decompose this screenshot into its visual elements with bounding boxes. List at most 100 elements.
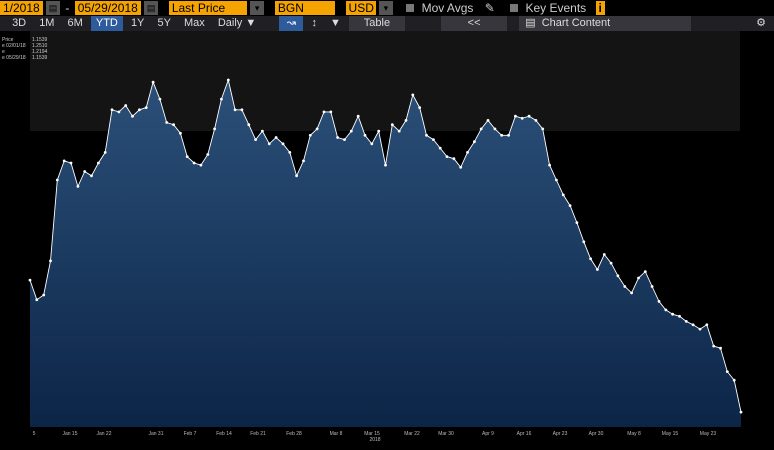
price-point: [83, 170, 87, 173]
x-tick-label: Apr 23: [553, 431, 568, 437]
x-tick-label: May 23: [700, 431, 717, 437]
price-point: [90, 174, 93, 178]
x-year-label: 2018: [369, 437, 380, 443]
price-point: [411, 93, 415, 97]
price-point: [247, 123, 251, 127]
price-point: [425, 133, 428, 137]
price-point: [144, 106, 148, 109]
price-point: [220, 97, 223, 101]
price-point: [712, 344, 716, 348]
start-date-field[interactable]: 1/2018: [0, 1, 43, 15]
calendar-icon[interactable]: ▤: [46, 1, 61, 15]
chart-type-dropdown-icon[interactable]: ▼: [325, 16, 346, 31]
range-1m[interactable]: 1M: [34, 16, 59, 31]
end-date-field[interactable]: 05/29/2018: [74, 1, 141, 15]
frequency-select[interactable]: Daily ▼: [213, 16, 261, 31]
price-point: [527, 114, 531, 118]
dropdown-arrow-icon[interactable]: ▾: [250, 1, 265, 15]
line-chart-icon[interactable]: ↝: [279, 16, 304, 31]
price-point: [582, 240, 586, 244]
collapse-button[interactable]: <<: [441, 16, 508, 31]
price-point: [199, 163, 203, 167]
x-tick-label: Mar 8: [330, 431, 343, 437]
price-point: [561, 193, 565, 197]
legend-label: e 02/01/18: [2, 43, 26, 49]
price-point: [452, 157, 456, 161]
x-tick-label: Mar 22: [404, 431, 420, 437]
price-point: [295, 174, 298, 178]
dropdown-arrow-icon[interactable]: ▾: [378, 1, 393, 15]
mov-avgs-checkbox[interactable]: [406, 4, 415, 12]
source-field[interactable]: BGN: [274, 1, 335, 15]
pencil-icon[interactable]: ✎: [477, 0, 503, 16]
range-max[interactable]: Max: [179, 16, 210, 31]
price-point: [438, 146, 442, 150]
price-point: [671, 312, 674, 316]
price-point: [466, 151, 469, 154]
price-point: [479, 127, 483, 131]
info-icon[interactable]: i: [595, 1, 605, 15]
price-point: [179, 131, 182, 135]
x-tick-label: Mar 30: [438, 431, 454, 437]
price-point: [349, 129, 353, 133]
frequency-label: Daily: [217, 17, 243, 29]
price-point: [343, 138, 346, 141]
price-point: [288, 151, 292, 154]
field-select[interactable]: Last Price: [168, 1, 247, 15]
price-point: [493, 127, 497, 131]
range-ytd[interactable]: YTD: [90, 16, 123, 31]
range-toolbar: 3D 1M 6M YTD 1Y 5Y Max Daily ▼ ↝ ↕ ▼ Tab…: [0, 16, 774, 31]
price-chart: 5 Jan 15 Jan 22 Jan 31 Feb 7 Feb 14 Feb 21 Feb …: [0, 31, 774, 445]
price-point: [117, 110, 121, 114]
price-point: [630, 291, 633, 295]
price-point: [418, 106, 422, 109]
currency-field[interactable]: USD: [345, 1, 376, 15]
range-5y[interactable]: 5Y: [152, 16, 175, 31]
price-point: [664, 308, 668, 312]
price-point: [110, 108, 114, 112]
price-point: [739, 410, 743, 414]
legend-label: e 05/29/18: [2, 55, 26, 61]
range-1y[interactable]: 1Y: [126, 16, 149, 31]
x-tick-label: Jan 31: [148, 431, 163, 437]
price-point: [719, 346, 722, 350]
x-tick-label: Apr 30: [589, 431, 604, 437]
x-tick-label: Feb 28: [286, 431, 302, 437]
price-point: [602, 253, 606, 256]
price-point: [42, 293, 46, 297]
price-point: [28, 278, 32, 282]
key-events-checkbox[interactable]: [510, 4, 519, 12]
price-point: [315, 127, 319, 131]
bar-style-icon[interactable]: ↕: [306, 16, 322, 31]
price-point: [555, 178, 558, 182]
date-separator: -: [65, 1, 70, 15]
range-6m[interactable]: 6M: [63, 16, 88, 31]
price-point: [322, 110, 326, 114]
price-point: [124, 104, 128, 107]
price-point: [267, 142, 271, 146]
price-point: [213, 127, 217, 131]
price-point: [684, 320, 688, 323]
chart-content-button[interactable]: ▤ Chart Content: [519, 16, 692, 31]
range-3d[interactable]: 3D: [7, 16, 31, 31]
price-point: [165, 121, 169, 124]
price-point: [623, 285, 627, 288]
calendar-icon[interactable]: ▤: [144, 1, 159, 15]
price-point: [363, 133, 367, 137]
x-tick-label: Jan 15: [62, 431, 77, 437]
price-point: [520, 116, 524, 120]
price-point: [69, 161, 73, 165]
chart-content-label: Chart Content: [541, 17, 611, 29]
price-point: [609, 261, 613, 265]
price-point: [541, 127, 545, 131]
price-point: [397, 129, 401, 133]
gear-icon[interactable]: ⚙: [756, 16, 766, 31]
table-button[interactable]: Table: [348, 16, 405, 31]
price-point: [459, 165, 463, 169]
price-point: [274, 136, 278, 139]
price-point: [698, 327, 702, 331]
price-point: [568, 204, 572, 208]
price-point: [281, 142, 285, 146]
chart-area: 5 Jan 15 Jan 22 Jan 31 Feb 7 Feb 14 Feb 21 Feb …: [0, 31, 774, 445]
price-point: [261, 129, 264, 133]
